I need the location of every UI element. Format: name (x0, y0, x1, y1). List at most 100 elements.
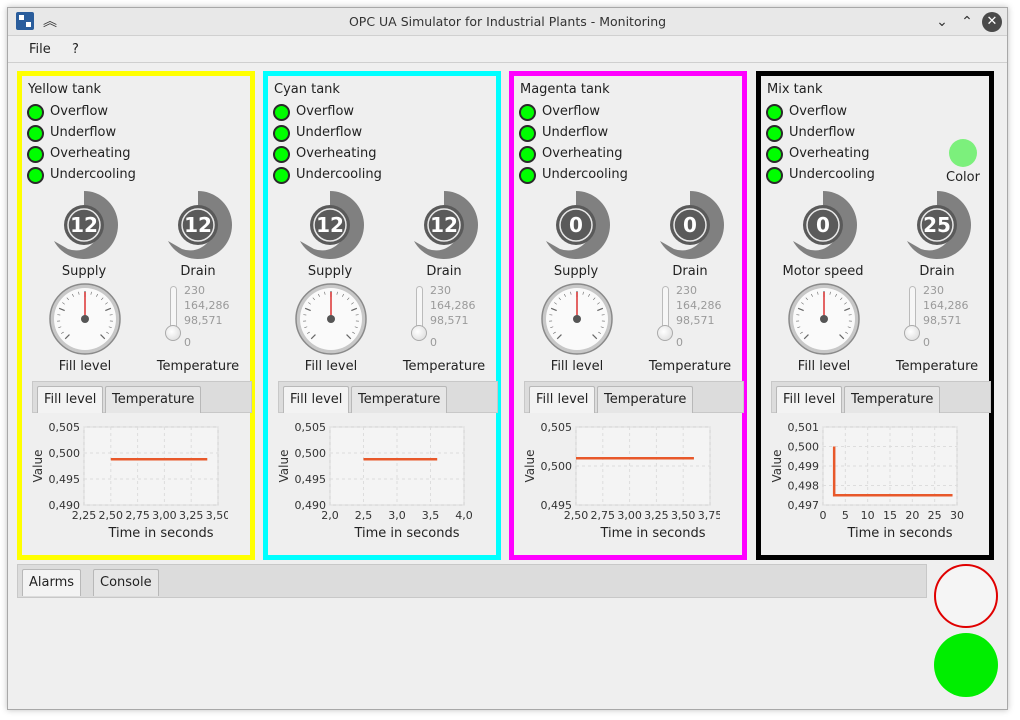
x-tick-label: 3,00 (617, 509, 642, 522)
menu-file[interactable]: File (29, 42, 51, 57)
menu-help[interactable]: ? (72, 42, 79, 57)
drain-gauge: 12 (168, 191, 232, 259)
x-tick-label: 2,50 (99, 509, 124, 522)
line-chart: 0 5 10 15 20 25 30 0,501 0,500 0,499 0,498 0,497 Val… (770, 421, 964, 541)
led-icon (766, 167, 783, 184)
y-tick-label: 0,495 (541, 499, 573, 512)
tab-temperature[interactable]: Temperature (844, 386, 941, 413)
line-chart: 2,25 2,50 2,75 3,00 3,25 3,500,5050,5000,4950… (31, 421, 230, 541)
tank-panel: Cyan tank Overflow Underflow Overheating Und… (263, 71, 501, 560)
minimize-button[interactable]: ⌄ (932, 12, 952, 32)
menu-bar: File ? (8, 37, 1007, 63)
maximize-button[interactable]: ⌃ (957, 12, 977, 32)
alarm-label: Overflow (50, 104, 109, 119)
gauge-2-label: Drain (919, 264, 955, 279)
tab-fill-level[interactable]: Fill level (776, 386, 843, 413)
x-axis-label: Time in seconds (599, 526, 705, 539)
alarm-indicator: Overflow (519, 103, 679, 121)
x-axis-label: Time in seconds (107, 526, 213, 539)
thermometer-tick: 0 (676, 336, 683, 349)
alarm-label: Underflow (50, 125, 117, 140)
y-tick-label: 0,495 (49, 473, 81, 486)
x-tick-label: 5 (842, 509, 849, 522)
tab-console[interactable]: Console (93, 569, 159, 596)
plot-area (83, 426, 219, 506)
fill-level-chart: 2,25 2,50 2,75 3,00 3,25 3,50 0,505 0,500 0,495 0… (28, 419, 230, 543)
tank-title: Mix tank (767, 82, 823, 97)
gauge-1-label: Supply (307, 264, 353, 279)
alarm-label: Undercooling (50, 167, 136, 182)
y-tick-label: 0,495 (295, 473, 327, 486)
tab-temperature[interactable]: Temperature (597, 386, 694, 413)
thermometer-tube (662, 286, 669, 330)
gauge-2: 12 (162, 189, 234, 261)
led-icon (27, 104, 44, 121)
tab-fill-level[interactable]: Fill level (37, 386, 104, 413)
tab-temperature[interactable]: Temperature (351, 386, 448, 413)
drain-gauge: 25 (907, 191, 971, 259)
y-tick-label: 0,505 (541, 421, 573, 434)
line-chart: 2,50 2,75 3,00 3,25 3,50 3,750,5050,5000,495V… (523, 421, 722, 541)
x-tick-label: 2,75 (125, 509, 150, 522)
alarm-indicator: Undercooling (27, 166, 187, 184)
alarm-indicator: Overflow (273, 103, 433, 121)
drain-gauge: 0 (660, 191, 724, 259)
alarm-label: Undercooling (296, 167, 382, 182)
gauge-2-label: Drain (426, 264, 462, 279)
thermometer-tick: 98,571 (923, 314, 962, 327)
fill-level-label: Fill level (58, 359, 112, 374)
alarm-indicator: Undercooling (766, 166, 926, 184)
y-axis-label: Value (31, 450, 45, 483)
x-tick-label: 3,0 (388, 509, 406, 522)
y-tick-label: 0,497 (788, 499, 820, 512)
x-tick-label: 3,5 (422, 509, 440, 522)
close-button[interactable]: ✕ (982, 12, 1002, 32)
alarm-indicator: Underflow (27, 124, 187, 142)
alarm-indicator: Underflow (766, 124, 926, 142)
alarm-label: Underflow (789, 125, 856, 140)
thermometer-tick: 230 (184, 284, 205, 297)
dial-hub (820, 315, 828, 323)
x-tick-label: 3,00 (152, 509, 177, 522)
x-tick-label: 0 (820, 509, 827, 522)
alarm-label: Overflow (296, 104, 355, 119)
led-icon (519, 167, 536, 184)
main-window: ︽ OPC UA Simulator for Industrial Plants… (7, 7, 1008, 710)
fill-level-chart: 2,0 2,5 3,0 3,5 4,0 0,505 0,500 0,495 0,490 Value… (274, 419, 474, 543)
gauge-2-label: Drain (672, 264, 708, 279)
thermometer-bulb (165, 325, 181, 341)
chart-tab-bar: Fill level Temperature (771, 381, 991, 413)
fill-level-chart: 0 5 10 15 20 25 30 0,501 0,500 0,499 0,498 0,497 Val… (767, 419, 967, 543)
fill-level-chart: 2,50 2,75 3,00 3,25 3,50 3,75 0,505 0,500 0,495 V… (520, 419, 722, 543)
y-tick-label: 0,498 (788, 480, 820, 493)
x-tick-label: 3,50 (206, 509, 228, 522)
tab-fill-level[interactable]: Fill level (283, 386, 350, 413)
chart-tab-bar: Fill level Temperature (524, 381, 744, 413)
gauge-1-label: Motor speed (782, 264, 864, 279)
y-axis-label: Value (523, 450, 537, 483)
alarm-indicator: Overflow (766, 103, 926, 121)
thermometer-tick: 164,286 (923, 299, 969, 312)
led-icon (766, 104, 783, 121)
fill-level-label: Fill level (797, 359, 851, 374)
led-icon (519, 125, 536, 142)
alarm-label: Overheating (296, 146, 377, 161)
dial-hub (81, 315, 89, 323)
x-tick-label: 25 (928, 509, 942, 522)
gauge-2-label: Drain (180, 264, 216, 279)
drain-gauge: 12 (414, 191, 478, 259)
gauge-1: 0 (787, 189, 859, 261)
alarm-label: Undercooling (789, 167, 875, 182)
led-icon (27, 167, 44, 184)
mix-color-indicator (949, 139, 977, 167)
tab-fill-level[interactable]: Fill level (529, 386, 596, 413)
tank-title: Yellow tank (28, 82, 101, 97)
alarm-indicator: Undercooling (519, 166, 679, 184)
x-tick-label: 3,50 (671, 509, 696, 522)
thermometer-tick: 0 (923, 336, 930, 349)
tab-temperature[interactable]: Temperature (105, 386, 202, 413)
tab-alarms[interactable]: Alarms (22, 569, 82, 596)
gauge-1: 12 (48, 189, 120, 261)
thermometer-tick: 230 (923, 284, 944, 297)
error-status-indicator (934, 564, 998, 628)
